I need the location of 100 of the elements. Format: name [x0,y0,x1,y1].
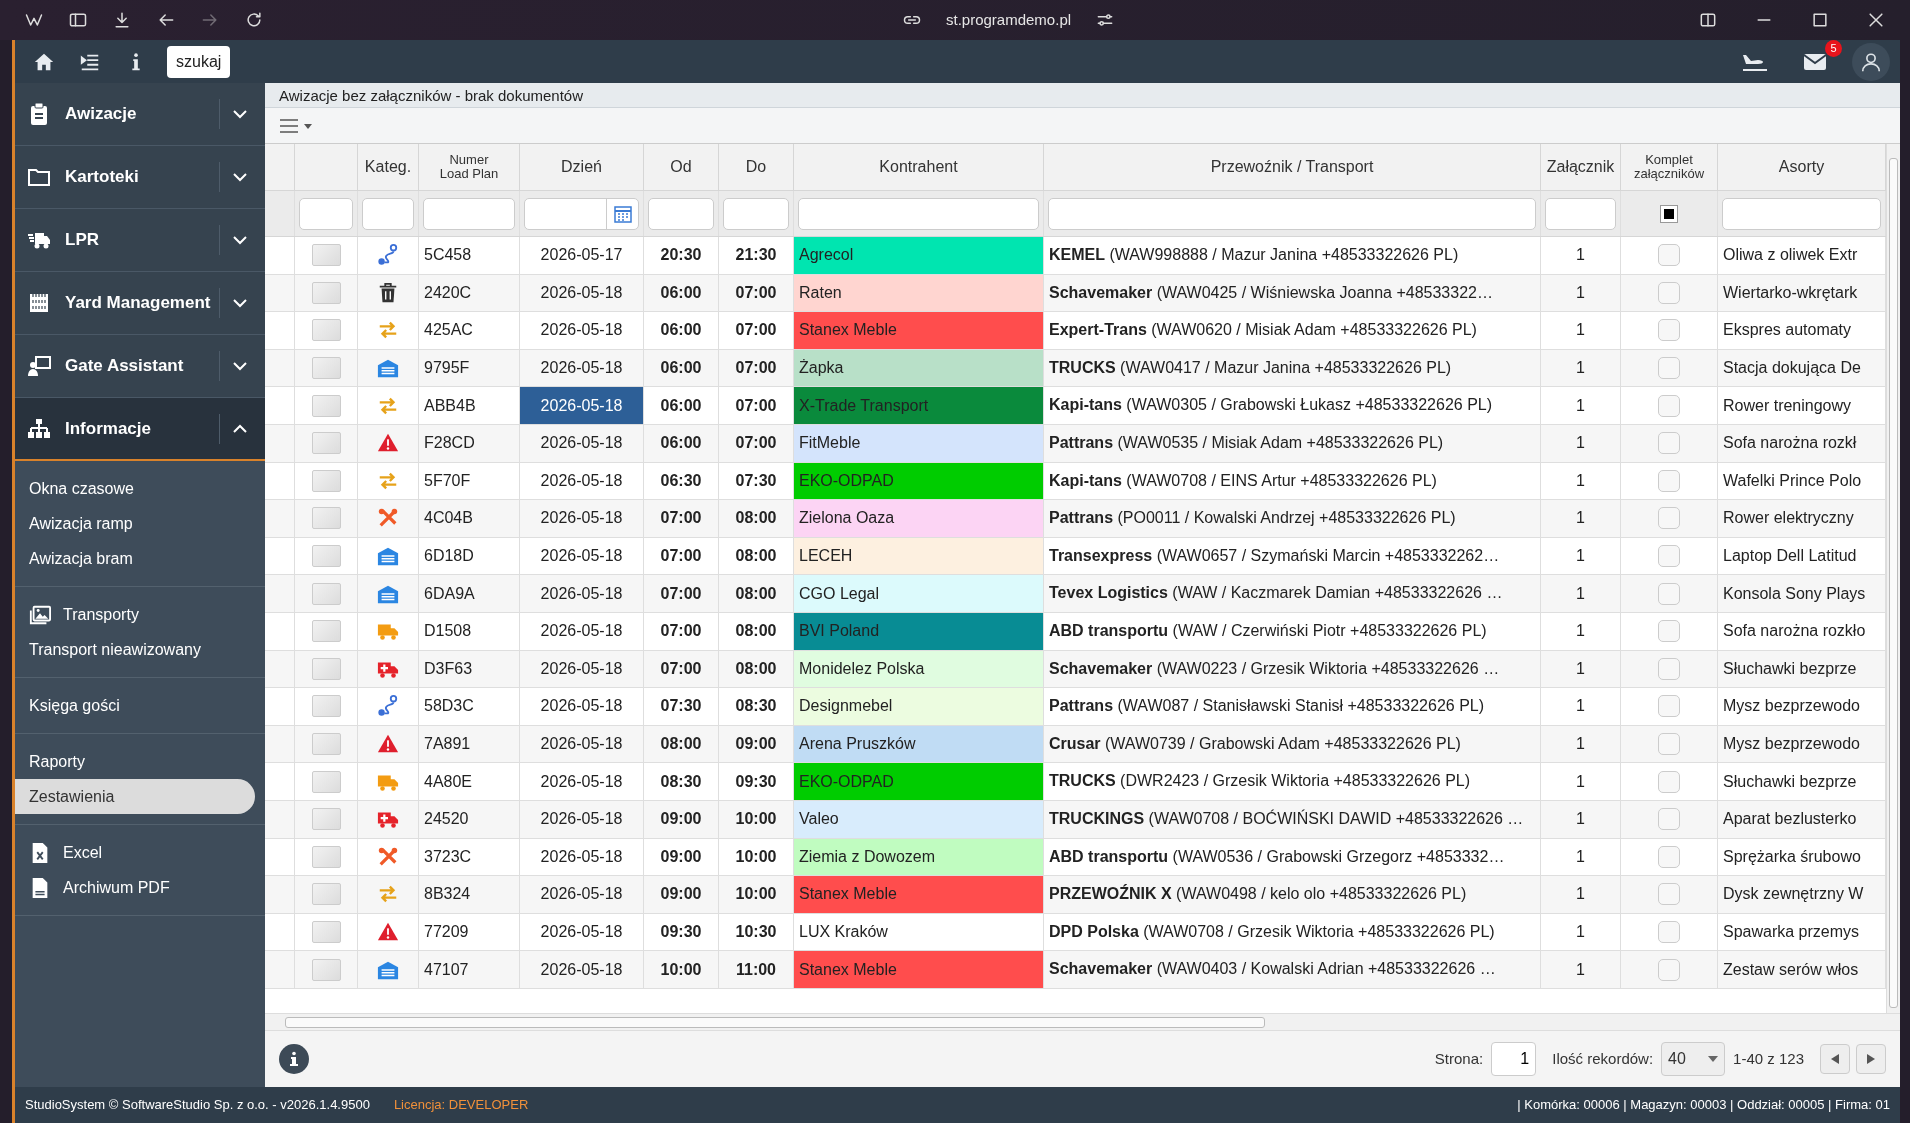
date-cell[interactable]: 2026-05-17 [520,237,644,274]
next-icon[interactable] [1867,1054,1875,1064]
row-checkbox[interactable] [311,432,341,455]
menu-item[interactable]: Archiwum PDF [15,870,265,905]
row-checkbox[interactable] [311,883,341,906]
checkbox[interactable] [1658,695,1680,718]
menu-item[interactable]: Excel [15,835,265,870]
menu-button[interactable] [279,116,313,135]
date-cell[interactable]: 2026-05-18 [520,725,644,763]
menu-group[interactable]: Awizacje [15,83,265,146]
column-header[interactable]: Dzień [520,144,644,190]
mail-icon[interactable] [1803,52,1827,71]
row-checkbox[interactable] [311,657,341,680]
menu-item[interactable]: Awizacja bram [15,541,265,576]
row-checkbox[interactable] [311,507,341,530]
row-checkbox[interactable] [311,733,341,755]
column-header[interactable]: Kontrahent [794,144,1044,190]
filter-field[interactable] [423,197,515,230]
menu-group[interactable]: LPR [15,209,265,272]
checkbox[interactable] [1658,883,1680,906]
checkbox[interactable] [1658,582,1680,605]
menu-item[interactable]: Okna czasowe [15,471,265,506]
download-icon[interactable] [112,10,132,30]
row-checkbox[interactable] [311,695,341,718]
date-cell[interactable]: 2026-05-18 [520,688,644,725]
row-checkbox[interactable] [311,620,341,643]
calendar-icon[interactable] [613,204,632,223]
date-cell[interactable]: 2026-05-18 [520,387,644,424]
address-text[interactable]: st.programdemo.pl [946,8,1072,32]
date-cell[interactable]: 2026-05-18 [520,612,644,650]
row-checkbox[interactable] [311,319,341,342]
date-cell[interactable]: 2026-05-18 [520,800,644,838]
row-checkbox[interactable] [311,921,341,943]
menu-item[interactable]: Księga gości [15,688,265,723]
checkbox[interactable] [1658,620,1680,643]
filter-field[interactable] [648,197,714,230]
row-checkbox[interactable] [311,244,341,267]
row-checkbox[interactable] [311,958,341,981]
filter-field[interactable] [299,197,353,230]
page-field[interactable]: 1 [1491,1042,1537,1076]
date-cell[interactable]: 2026-05-18 [520,424,644,462]
row-checkbox[interactable] [311,394,341,417]
checkbox[interactable] [1658,958,1680,981]
menu-item[interactable]: Transport nieawizowany [15,632,265,667]
column-header[interactable]: Od [644,144,719,190]
date-cell[interactable]: 2026-05-18 [520,537,644,575]
row-checkbox[interactable] [311,770,341,793]
checkbox[interactable] [1658,394,1680,417]
checkbox[interactable] [1658,281,1680,304]
column-header[interactable]: Załącznik [1541,144,1621,190]
filter-field[interactable] [1048,197,1536,230]
filter-field[interactable] [1545,197,1616,230]
sidebar-toggle-icon[interactable] [68,10,88,30]
column-header[interactable]: Numer Load Plan [419,144,520,190]
date-cell[interactable]: 2026-05-18 [520,462,644,500]
date-cell[interactable]: 2026-05-18 [520,500,644,537]
maximize-icon[interactable] [1810,10,1830,30]
checkbox[interactable] [1658,244,1680,267]
column-header[interactable]: Przewoźnik / Transport [1044,144,1541,190]
date-cell[interactable]: 2026-05-18 [520,274,644,312]
checkbox[interactable] [1658,657,1680,680]
column-header[interactable]: Kateg. [358,144,419,190]
previous-icon[interactable] [1831,1054,1839,1064]
menu-group[interactable]: Gate Assistant [15,335,265,398]
menu-item[interactable]: Transporty [15,597,265,632]
date-cell[interactable]: 2026-05-18 [520,575,644,612]
menu-item[interactable]: Awizacja ramp [15,506,265,541]
date-cell[interactable]: 2026-05-18 [520,763,644,800]
menu-group[interactable]: Informacje [15,398,265,461]
row-checkbox[interactable] [311,357,341,380]
filter-field[interactable] [798,197,1039,230]
date-cell[interactable]: 2026-05-18 [520,951,644,988]
checkbox[interactable] [1658,507,1680,530]
filter-field[interactable] [362,197,414,230]
checkbox[interactable] [1658,357,1680,380]
column-header[interactable]: Komplet załączników [1621,144,1718,190]
horizontal-scrollbar[interactable] [265,1013,1900,1030]
menu-item[interactable]: Zestawienia [15,779,255,814]
date-cell[interactable]: 2026-05-18 [520,913,644,951]
date-cell[interactable]: 2026-05-18 [520,838,644,876]
checkbox[interactable] [1658,733,1680,755]
checkbox[interactable] [1658,808,1680,831]
filter-checkbox[interactable] [1660,204,1678,223]
checkbox[interactable] [1658,845,1680,868]
row-checkbox[interactable] [311,281,341,304]
filter-field[interactable] [1722,197,1881,230]
column-header[interactable]: Do [719,144,794,190]
info-button[interactable] [279,1044,309,1074]
checkbox[interactable] [1658,770,1680,793]
date-cell[interactable]: 2026-05-18 [520,312,644,349]
date-cell[interactable]: 2026-05-18 [520,650,644,688]
row-checkbox[interactable] [311,545,341,568]
date-cell[interactable]: 2026-05-18 [520,876,644,913]
row-checkbox[interactable] [311,582,341,605]
split-view-icon[interactable] [1698,10,1718,30]
row-checkbox[interactable] [311,808,341,831]
row-checkbox[interactable] [311,469,341,492]
date-filter-field[interactable] [524,197,639,230]
menu-item[interactable]: Raporty [15,744,265,779]
checkbox[interactable] [1658,921,1680,943]
